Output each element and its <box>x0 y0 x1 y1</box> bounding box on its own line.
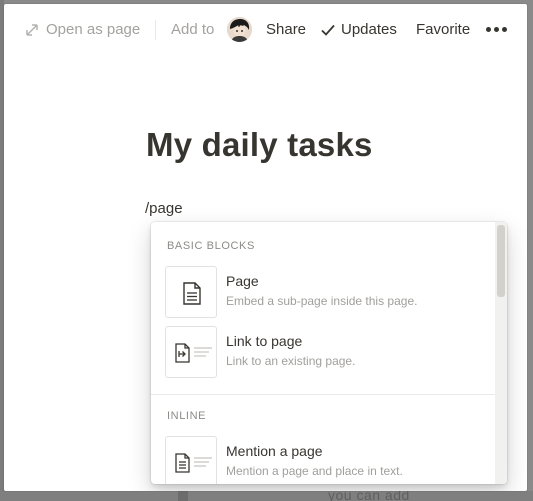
user-avatar[interactable] <box>227 17 252 42</box>
page-title[interactable]: My daily tasks <box>146 126 373 164</box>
section-label-basic-blocks: BASIC BLOCKS <box>167 240 255 252</box>
menu-item-title: Page <box>226 273 259 289</box>
updates-label: Updates <box>341 21 397 38</box>
menu-item-title: Mention a page <box>226 443 323 459</box>
menu-item-title: Link to page <box>226 333 303 349</box>
background-divider <box>178 491 188 501</box>
page-peek-window: Open as page Add to Share Updates Favori… <box>4 4 527 491</box>
background-page-bottom: you can add <box>0 487 533 501</box>
page-topbar: Open as page Add to Share Updates Favori… <box>4 4 527 54</box>
topbar-divider <box>155 20 156 40</box>
thumb-link-to-page <box>165 326 217 378</box>
menu-item-description: Embed a sub-page inside this page. <box>226 294 418 308</box>
thumb-mention-page <box>165 436 217 484</box>
slash-command-menu: BASIC BLOCKS Page Embed a sub-page insid… <box>151 222 507 484</box>
slash-command-input[interactable]: /page <box>145 200 183 217</box>
section-label-inline: INLINE <box>167 410 207 422</box>
menu-section-divider <box>151 394 495 395</box>
avatar-icon <box>227 17 252 42</box>
favorite-label: Favorite <box>416 21 471 38</box>
menu-scrollbar-thumb[interactable] <box>497 225 505 297</box>
more-dots-icon <box>485 26 491 32</box>
expand-diagonal-icon <box>26 24 38 36</box>
add-to-label: Add to <box>171 21 215 38</box>
menu-item-description: Link to an existing page. <box>226 354 356 368</box>
page-doc-icon <box>183 282 201 305</box>
link-to-page-icon <box>175 343 212 363</box>
more-options-button[interactable] <box>484 18 508 40</box>
share-button[interactable]: Share <box>266 20 306 40</box>
thumb-page <box>165 266 217 318</box>
updates-button[interactable]: Updates <box>320 20 397 40</box>
open-as-page-label: Open as page <box>46 21 141 38</box>
open-as-page-button[interactable]: Open as page <box>25 20 140 40</box>
menu-scroll-area: BASIC BLOCKS Page Embed a sub-page insid… <box>151 222 495 484</box>
menu-item-page[interactable]: Page Embed a sub-page inside this page. <box>151 263 495 321</box>
mention-page-icon <box>175 453 212 473</box>
share-label: Share <box>266 21 307 38</box>
menu-item-link-to-page[interactable]: Link to page Link to an existing page. <box>151 323 495 381</box>
favorite-button[interactable]: Favorite <box>416 20 470 40</box>
checkmark-icon <box>321 24 335 36</box>
add-to-button[interactable]: Add to <box>171 20 214 40</box>
menu-item-description: Mention a page and place in text. <box>226 464 403 478</box>
menu-item-mention-page[interactable]: Mention a page Mention a page and place … <box>151 433 495 484</box>
